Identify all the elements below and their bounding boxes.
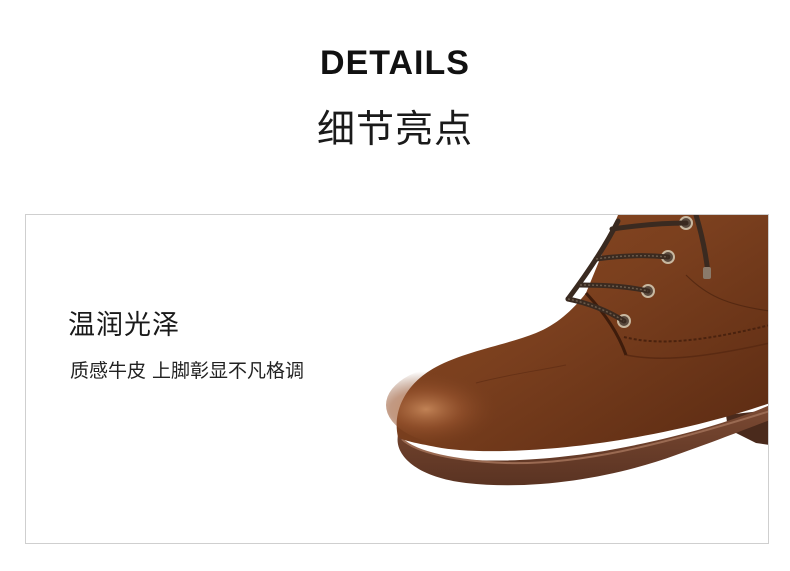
section-title-en: DETAILS: [320, 44, 470, 82]
feature-title: 温润光泽: [68, 310, 180, 341]
feature-description: 质感牛皮 上脚彰显不凡格调: [70, 360, 305, 382]
page-header: DETAILS 细节亮点: [0, 0, 790, 200]
section-title-cn: 细节亮点: [316, 107, 473, 151]
lace-aglet: [703, 267, 711, 279]
detail-card: 温润光泽 质感牛皮 上脚彰显不凡格调: [25, 214, 769, 544]
toe-highlight: [386, 363, 546, 447]
boot-product-image: [386, 215, 768, 486]
